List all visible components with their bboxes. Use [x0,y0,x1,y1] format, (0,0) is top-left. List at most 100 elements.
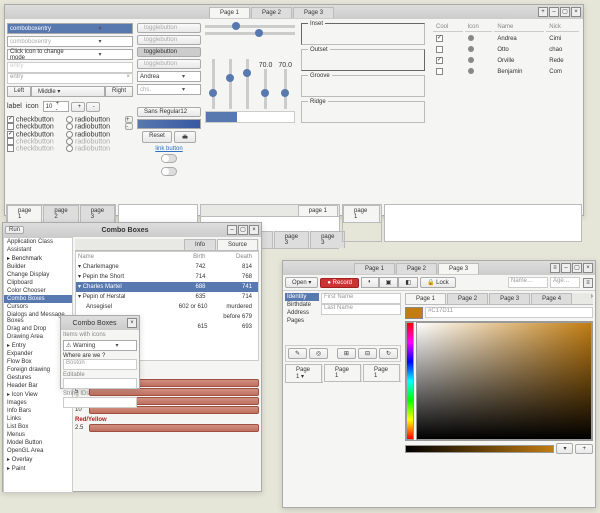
combo-warning[interactable]: ⚠ Warning▾ [63,340,137,351]
max-button[interactable]: ▢ [238,225,248,235]
scale-row[interactable]: 2.5 [75,424,259,432]
list-item[interactable]: Clipboard [4,279,72,287]
tb-icon[interactable]: ▣ [379,277,399,288]
switch-off[interactable] [161,154,177,163]
tab-page2[interactable]: Page 2 [251,7,292,18]
list-item[interactable]: Application Class [4,238,72,246]
hue-slider[interactable] [406,322,414,440]
tool-icon[interactable]: ↻ [379,348,398,359]
tree-row[interactable]: ▾ Pepin the Short714768 [76,272,258,282]
entry[interactable]: entry× [7,73,133,84]
list-item[interactable]: ▸ Benchmark [4,254,72,263]
tool-icon[interactable]: ⊞ [337,348,356,359]
v-slider[interactable] [229,59,232,109]
list-item[interactable]: List Box [4,423,72,431]
min-button[interactable]: – [561,263,571,273]
nb-tab[interactable]: Page 1 ▾ [285,364,322,382]
tab-page3[interactable]: Page 3 [293,7,334,18]
tool-icon[interactable]: ◎ [309,348,328,359]
nb-tab[interactable]: page 3 [80,205,115,222]
close-button[interactable]: × [127,318,137,328]
tab-page1[interactable]: Page 1 [209,7,250,18]
close-button[interactable]: × [249,225,259,235]
list-item[interactable]: Change Display [4,271,72,279]
v-slider[interactable] [212,59,215,109]
color-btn[interactable] [137,119,201,129]
close-button[interactable]: × [571,7,581,17]
record-btn[interactable]: ● Record [320,278,359,288]
tab-page1[interactable]: Page 1 [354,263,395,274]
tb-icon[interactable]: ◐ [361,277,379,288]
rtab[interactable]: Page 1 [405,293,446,304]
font-btn[interactable]: Sans Regular12 [137,107,201,117]
nb-tab[interactable]: page 1 [7,205,42,222]
side-tab[interactable]: Pages [285,317,319,325]
radio-row[interactable]: radiobutton [66,131,125,138]
stepper-up[interactable]: + [125,116,133,123]
tree-row[interactable]: ▾ Pepin of Herstal635714 [76,292,258,302]
rtab[interactable]: Page 4 [531,293,572,304]
check-row[interactable]: ✓checkbutton [7,131,66,138]
last-name-field[interactable]: Last Name [321,304,401,315]
check-row[interactable]: ✓checkbutton [7,116,66,123]
tree-row[interactable]: ▾ Charlemagne742814 [76,262,258,272]
chevron-right-icon[interactable]: › [591,293,593,304]
nb-tab[interactable]: page 1 [343,205,380,222]
list-item[interactable]: Cursors [4,303,72,311]
nb-tab[interactable]: page 1 [298,205,338,216]
list-item[interactable]: Model Button [4,439,72,447]
seg-right[interactable]: Right [105,86,133,97]
stepper-dn[interactable]: - [125,123,133,130]
combo-icon-mode[interactable]: Click icon to change mode▾ [7,49,133,60]
titlebar[interactable]: Run Combo Boxes – ▢ × [3,223,261,237]
tab-page2[interactable]: Page 2 [396,263,437,274]
name-field[interactable]: Name… [508,277,548,288]
list-item[interactable]: ▸ Overlay [4,455,72,464]
seg-left[interactable]: Left [7,86,31,97]
min-button[interactable]: – [227,225,237,235]
table-row[interactable]: BenjaminCom [433,67,579,76]
nb-tab[interactable]: page 3 [274,231,309,248]
combo-name[interactable]: Andrea▾ [137,71,201,82]
list-item[interactable]: Combo Boxes [4,295,72,303]
max-button[interactable]: ▢ [572,263,582,273]
nb-tab[interactable]: page 2 [43,205,78,222]
close-button[interactable]: × [583,263,593,273]
check-row[interactable]: checkbutton [7,123,66,130]
h-slider[interactable] [205,32,295,35]
tool-icon[interactable]: ⊟ [358,348,377,359]
rtab[interactable]: Page 2 [447,293,488,304]
switch-off[interactable] [161,167,177,176]
table-row[interactable]: ✓AndreaCimi [433,34,579,43]
table-row[interactable]: ✓OrvilleRede [433,56,579,65]
nb-tab[interactable]: Page 1 [363,364,400,381]
sv-plane[interactable] [416,322,592,440]
h-slider[interactable] [205,25,295,28]
list-item[interactable]: Color Chooser [4,287,72,295]
combo-hl[interactable]: comboboxentry▾ [7,23,133,34]
v-slider[interactable] [264,69,267,109]
min-button[interactable]: – [549,7,559,17]
v-slider[interactable] [246,59,249,109]
spin-up[interactable]: + [71,102,85,112]
side-tab[interactable]: Birthdate [285,301,319,309]
list-item[interactable]: Builder [4,263,72,271]
print-btn[interactable] [174,131,196,143]
list-item[interactable]: Assistant [4,246,72,254]
menu-button[interactable]: ≡ [550,263,560,273]
table-row[interactable]: Ottochao [433,45,579,54]
entry-editable[interactable] [63,378,137,389]
link-btn[interactable]: link button [155,146,182,152]
tool-icon[interactable]: ✎ [288,348,307,359]
side-tab[interactable]: Address [285,309,319,317]
titlebar[interactable]: Page 1 Page 2 Page 3 ≡ – ▢ × [283,261,595,275]
radio-row[interactable]: radiobutton [66,116,125,123]
spin-down[interactable]: - [86,102,100,112]
list-item[interactable]: ▸ Paint [4,464,72,473]
list-item[interactable]: OpenGL Area [4,447,72,455]
color-menu-btn[interactable]: ▾ [556,443,573,454]
max-button[interactable]: ▢ [560,7,570,17]
tree-row[interactable]: ▾ Charles Martel688741 [76,282,258,292]
run-button[interactable]: Run [5,226,24,234]
first-name-field[interactable]: First Name [321,293,401,304]
